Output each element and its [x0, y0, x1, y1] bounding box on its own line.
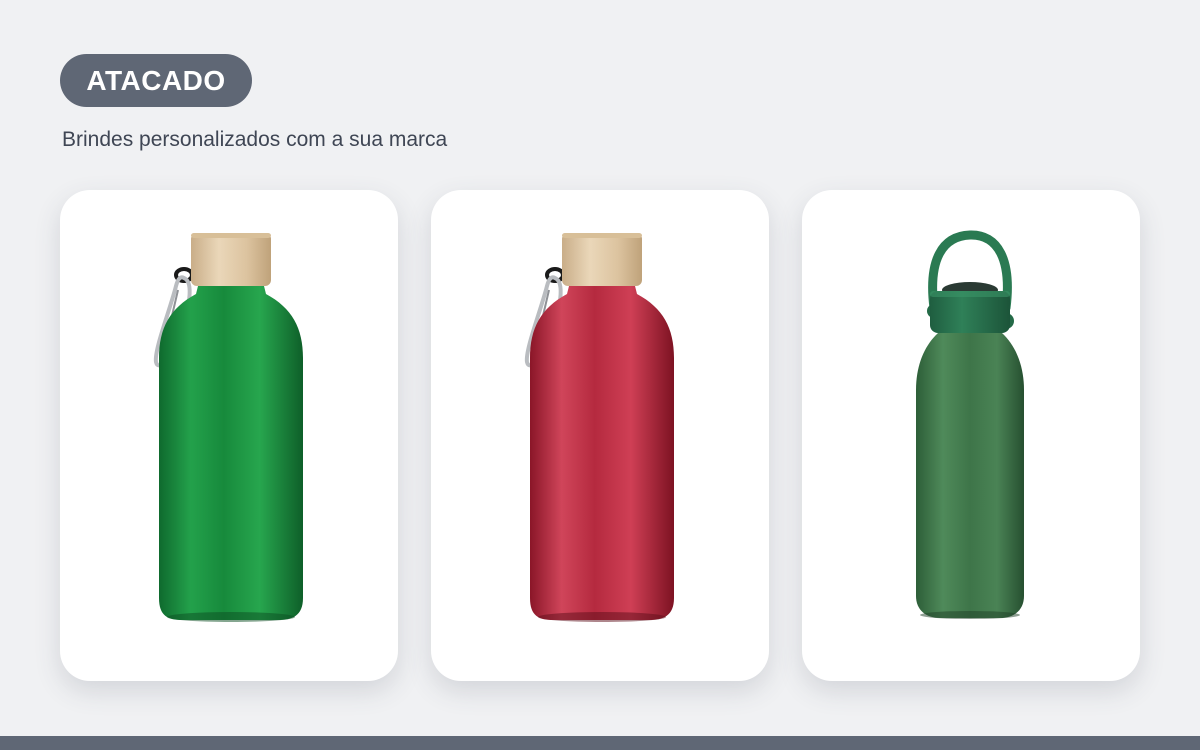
- product-card-green-bottle[interactable]: [60, 190, 398, 681]
- dark-green-bottle-image: [916, 230, 1024, 619]
- page: ATACADO Brindes personalizados com a sua…: [0, 0, 1200, 750]
- product-grid: [60, 190, 1140, 681]
- red-bottle-image: [524, 233, 674, 622]
- product-card-dark-green-bottle[interactable]: [802, 190, 1140, 681]
- product-card-red-bottle[interactable]: [431, 190, 769, 681]
- atacado-badge[interactable]: ATACADO: [60, 54, 252, 107]
- footer-bar: [0, 736, 1200, 750]
- green-bottle-image: [153, 233, 303, 622]
- page-subtitle: Brindes personalizados com a sua marca: [62, 128, 448, 151]
